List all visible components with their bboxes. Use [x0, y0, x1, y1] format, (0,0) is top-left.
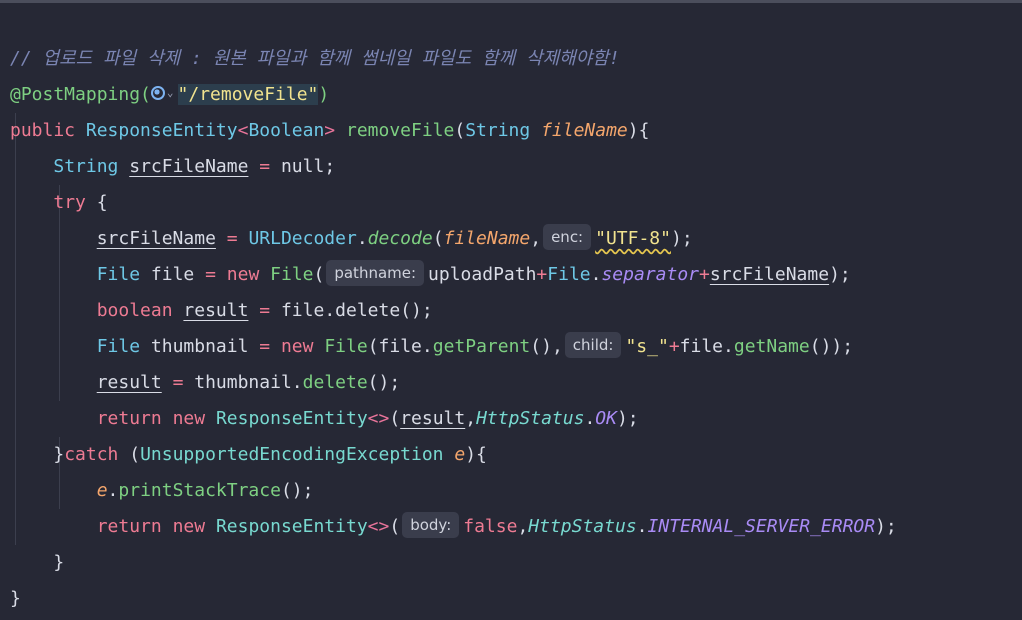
code-editor[interactable]: // 업로드 파일 삭제 : 원본 파일과 함께 썸네일 파일도 함께 삭제해야…	[10, 5, 1015, 609]
editor-top-border	[0, 0, 1022, 3]
code-line-result-delete[interactable]: result = thumbnail.delete();	[10, 329, 1015, 393]
code-line-return-error[interactable]: return new ResponseEntity<>(body: false,H…	[10, 473, 1015, 538]
code-line-print-stack-trace[interactable]: e.printStackTrace();	[10, 437, 1015, 501]
code-line-comment[interactable]: // 업로드 파일 삭제 : 원본 파일과 함께 썸네일 파일도 함께 삭제해야…	[10, 5, 1015, 69]
code-line-annotation[interactable]: @PostMapping(⌄ "/removeFile")	[10, 41, 1015, 105]
code-line-try[interactable]: try {	[10, 149, 1015, 213]
code-line-method-close[interactable]: }	[10, 545, 1015, 609]
code-line-boolean-result[interactable]: boolean result = file.delete();	[10, 257, 1015, 321]
code-line-return-ok[interactable]: return new ResponseEntity<>(result,HttpS…	[10, 365, 1015, 429]
code-line-decode[interactable]: srcFileName = URLDecoder.decode(fileName…	[10, 185, 1015, 250]
code-line-thumbnail[interactable]: File thumbnail = new File(file.getParent…	[10, 293, 1015, 358]
code-line-src-declare[interactable]: String srcFileName = null;	[10, 113, 1015, 177]
code-line-file-create[interactable]: File file = new File(pathname: uploadPath…	[10, 221, 1015, 286]
code-line-catch-close[interactable]: }	[10, 509, 1015, 573]
code-line-catch[interactable]: }catch (UnsupportedEncodingException e){	[10, 401, 1015, 465]
code-line-method-signature[interactable]: public ResponseEntity<Boolean> removeFil…	[10, 77, 1015, 141]
